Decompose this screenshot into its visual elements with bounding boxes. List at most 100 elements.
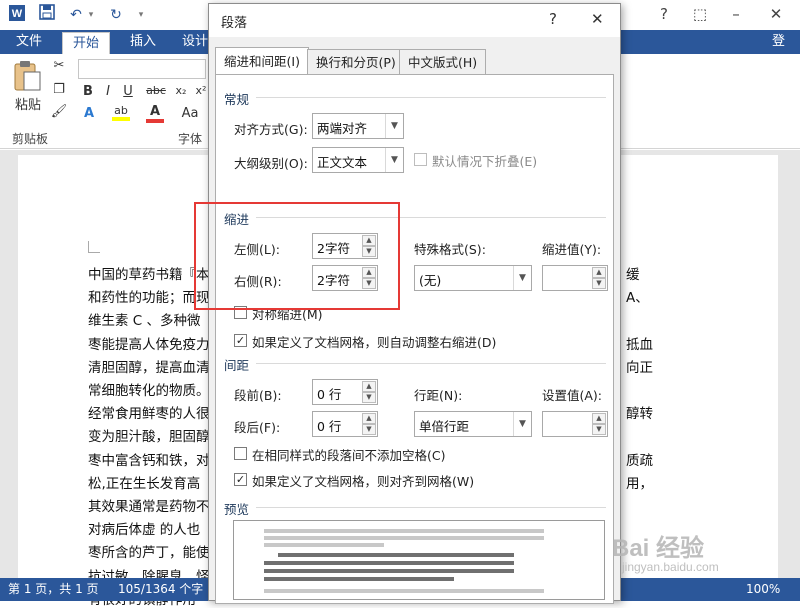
alignment-select[interactable]: 两端对齐 ▼ bbox=[312, 113, 404, 139]
undo-dropdown-icon[interactable]: ▾ bbox=[86, 4, 96, 26]
document-line-end: 质疏 bbox=[626, 452, 653, 469]
chevron-down-icon: ▼ bbox=[385, 114, 403, 138]
tab-home[interactable]: 开始 bbox=[62, 32, 111, 54]
preview-section-title: 预览 bbox=[224, 502, 250, 517]
spacing-before-label: 段前(B): bbox=[234, 388, 282, 403]
spacing-at-spinner[interactable]: ▲ ▼ bbox=[542, 411, 608, 437]
special-indent-value: (无) bbox=[419, 273, 442, 288]
minimize-icon[interactable]: – bbox=[722, 2, 750, 26]
spin-up-icon[interactable]: ▲ bbox=[592, 267, 606, 278]
tab-indents-spacing[interactable]: 缩进和间距(I) bbox=[215, 47, 309, 75]
font-name-box[interactable] bbox=[78, 59, 206, 79]
indent-by-spinner[interactable]: ▲ ▼ bbox=[542, 265, 608, 291]
document-line: 清胆固醇，提高血清 bbox=[88, 359, 210, 376]
watermark-sub: jingyan.baidu.com bbox=[622, 560, 719, 574]
spin-up-icon[interactable]: ▲ bbox=[362, 413, 376, 424]
outline-level-value: 正文文本 bbox=[317, 155, 368, 170]
document-line: 和药性的功能；而现 bbox=[88, 290, 210, 307]
outline-level-select[interactable]: 正文文本 ▼ bbox=[312, 147, 404, 173]
paste-icon[interactable] bbox=[10, 60, 44, 94]
text-effects-icon[interactable]: A bbox=[80, 106, 98, 121]
watermark-text: Bai 经验 bbox=[612, 535, 705, 562]
change-case-icon[interactable]: Aa bbox=[178, 106, 202, 121]
login-link[interactable]: 登录 bbox=[762, 30, 800, 73]
general-divider bbox=[256, 97, 606, 98]
redo-icon[interactable]: ↻ bbox=[106, 4, 126, 26]
special-indent-label: 特殊格式(S): bbox=[414, 242, 486, 257]
document-line: 枣中富含钙和铁，对 bbox=[88, 452, 210, 469]
spacing-divider bbox=[256, 363, 606, 364]
spacing-after-spinner[interactable]: 0 行 ▲ ▼ bbox=[312, 411, 378, 437]
preview-current-line bbox=[264, 561, 514, 565]
no-space-same-style-checkbox[interactable] bbox=[234, 447, 247, 460]
preview-current-line bbox=[278, 553, 514, 557]
bold-button[interactable]: B bbox=[80, 84, 96, 99]
font-color-icon[interactable]: A bbox=[146, 104, 164, 123]
word-count[interactable]: 105/1364 个字 bbox=[118, 578, 203, 601]
tab-line-page-breaks[interactable]: 换行和分页(P) bbox=[307, 49, 405, 75]
font-group-label: 字体 bbox=[178, 132, 203, 146]
underline-button[interactable]: U bbox=[120, 84, 136, 99]
document-line: 枣所含的芦丁，能使 bbox=[88, 545, 210, 562]
collapse-checkbox[interactable] bbox=[414, 153, 427, 166]
spin-down-icon[interactable]: ▼ bbox=[592, 278, 606, 289]
dialog-help-icon[interactable]: ? bbox=[549, 10, 557, 28]
paste-button[interactable]: 粘贴 bbox=[8, 94, 48, 113]
collapse-label: 默认情况下折叠(E) bbox=[432, 154, 538, 169]
page-count[interactable]: 第 1 页，共 1 页 bbox=[8, 578, 99, 601]
spacing-before-spinner[interactable]: 0 行 ▲ ▼ bbox=[312, 379, 378, 405]
strikethrough-button[interactable]: abc bbox=[142, 84, 170, 97]
italic-button[interactable]: I bbox=[100, 84, 116, 99]
spin-down-icon[interactable]: ▼ bbox=[362, 424, 376, 435]
word-app-icon: W bbox=[6, 4, 28, 26]
page-corner-mark bbox=[88, 241, 100, 253]
tab-file[interactable]: 文件 bbox=[6, 30, 52, 54]
document-line-end: 用， bbox=[626, 475, 653, 492]
document-line-end: A、 bbox=[626, 290, 649, 307]
spacing-after-label: 段后(F): bbox=[234, 420, 281, 435]
document-line: 经常食用鲜枣的人很 bbox=[88, 406, 210, 423]
save-icon[interactable] bbox=[36, 4, 58, 26]
document-line-end: 醇转 bbox=[626, 406, 653, 423]
alignment-label: 对齐方式(G): bbox=[234, 122, 308, 137]
chevron-down-icon: ▼ bbox=[513, 412, 531, 436]
highlight-icon[interactable]: ab bbox=[112, 104, 130, 121]
special-indent-select[interactable]: (无) ▼ bbox=[414, 265, 532, 291]
spin-up-icon[interactable]: ▲ bbox=[592, 413, 606, 424]
preview-box bbox=[233, 520, 605, 600]
indent-highlight-box bbox=[194, 202, 400, 310]
line-spacing-label: 行距(N): bbox=[414, 388, 463, 403]
qat-customize-icon[interactable]: ▾ bbox=[134, 4, 148, 26]
spin-down-icon[interactable]: ▼ bbox=[592, 424, 606, 435]
preview-divider bbox=[256, 507, 606, 508]
copy-icon[interactable]: ❐ bbox=[50, 82, 68, 97]
snap-to-grid-label: 如果定义了文档网格，则对齐到网格(W) bbox=[252, 474, 475, 489]
line-spacing-select[interactable]: 单倍行距 ▼ bbox=[414, 411, 532, 437]
general-section-title: 常规 bbox=[224, 92, 250, 107]
cut-icon[interactable]: ✂ bbox=[50, 58, 68, 73]
spin-down-icon[interactable]: ▼ bbox=[362, 392, 376, 403]
subscript-button[interactable]: x₂ bbox=[172, 84, 190, 97]
preview-next-line bbox=[264, 589, 544, 593]
chevron-down-icon: ▼ bbox=[513, 266, 531, 290]
preview-prev-line bbox=[264, 529, 544, 533]
auto-right-indent-checkbox[interactable]: ✓ bbox=[234, 334, 247, 347]
clipboard-group-label: 剪贴板 bbox=[12, 132, 49, 146]
preview-current-line bbox=[264, 569, 514, 573]
tab-insert[interactable]: 插入 bbox=[120, 30, 166, 54]
document-line-end: 抵血 bbox=[626, 336, 653, 353]
ribbon-display-icon[interactable]: ⬚ bbox=[686, 2, 714, 26]
tab-asian-typography[interactable]: 中文版式(H) bbox=[399, 49, 487, 75]
dialog-close-icon[interactable]: ✕ bbox=[591, 10, 604, 28]
snap-to-grid-checkbox[interactable]: ✓ bbox=[234, 473, 247, 486]
format-painter-icon[interactable]: 🖌 bbox=[50, 104, 68, 119]
document-line: 对病后体虚 的人也 bbox=[88, 522, 201, 539]
undo-icon[interactable]: ↶ bbox=[66, 4, 86, 26]
svg-text:W: W bbox=[12, 8, 23, 20]
indent-by-label: 缩进值(Y): bbox=[542, 242, 602, 257]
close-window-icon[interactable]: ✕ bbox=[762, 2, 790, 26]
help-icon[interactable]: ? bbox=[650, 2, 678, 26]
spin-up-icon[interactable]: ▲ bbox=[362, 381, 376, 392]
spacing-before-value: 0 行 bbox=[317, 387, 342, 402]
zoom-level[interactable]: 100% bbox=[746, 578, 780, 601]
